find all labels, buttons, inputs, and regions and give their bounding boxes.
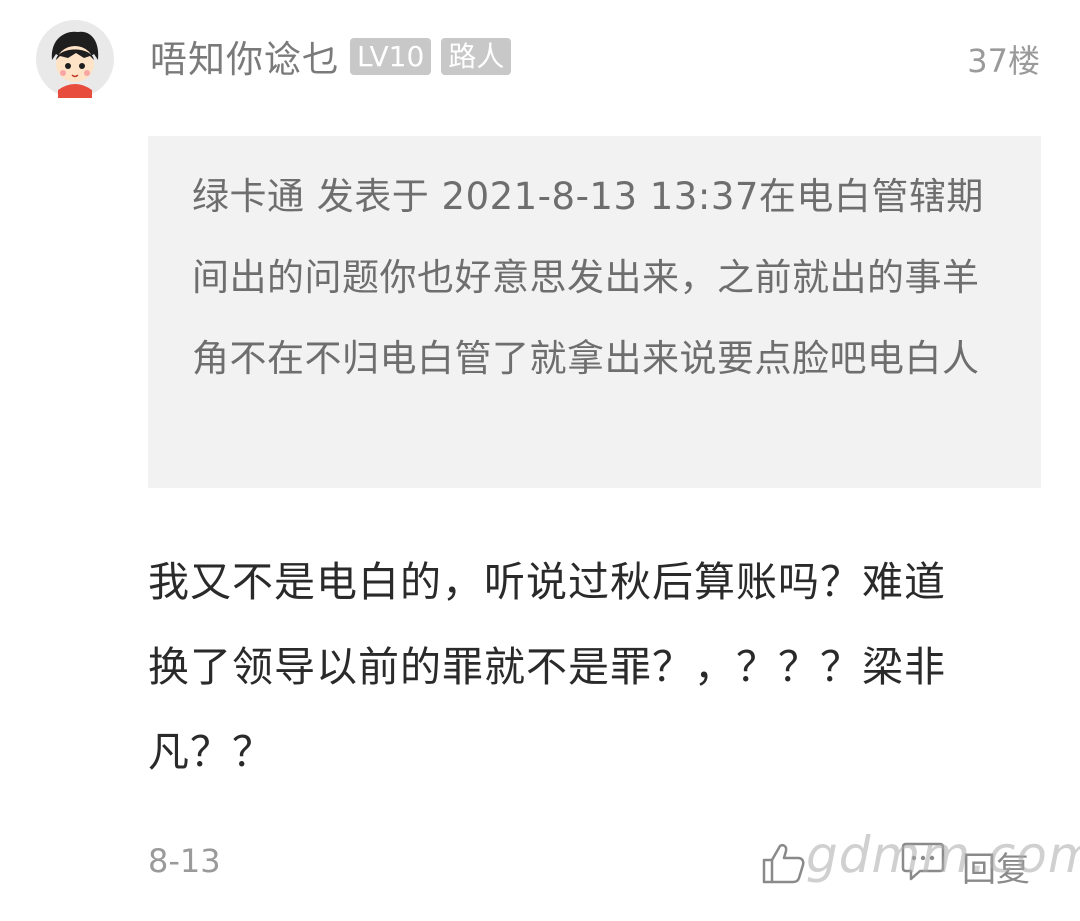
username[interactable]: 唔知你谂乜 — [150, 29, 340, 83]
quoted-post-text: 绿卡通 发表于 2021-8-13 13:37在电白管辖期间出的问题你也好意思发… — [192, 175, 984, 380]
post-date: 8-13 — [148, 842, 221, 880]
quoted-post[interactable]: 绿卡通 发表于 2021-8-13 13:37在电白管辖期间出的问题你也好意思发… — [148, 136, 1041, 488]
post-content: 我又不是电白的，听说过秋后算账吗？难道换了领导以前的罪就不是罪？，？？？梁非凡？… — [148, 558, 946, 776]
post-page: 唔知你谂乜 LV10 路人 37楼 绿卡通 发表于 2021-8-13 13:3… — [0, 0, 1080, 921]
title-badge: 路人 — [441, 37, 512, 75]
thumbs-up-icon[interactable] — [760, 840, 806, 886]
level-badge: LV10 — [350, 37, 432, 75]
site-watermark: gdmm.com — [806, 826, 1080, 884]
floor-number: 37楼 — [967, 42, 1040, 80]
post-header: 唔知你谂乜 LV10 路人 — [150, 29, 512, 83]
user-avatar-icon[interactable] — [36, 20, 114, 98]
